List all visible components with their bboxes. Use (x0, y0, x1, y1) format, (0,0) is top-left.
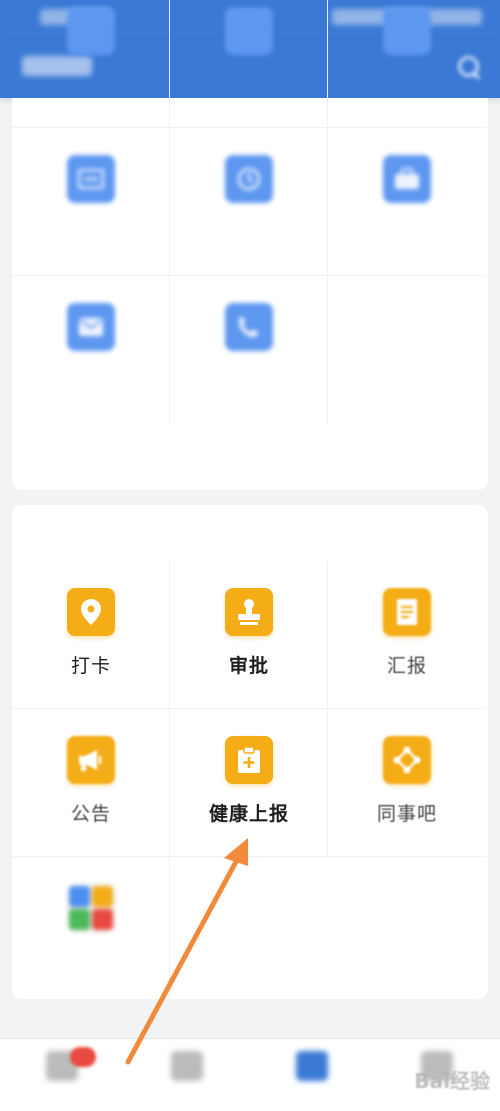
document-icon (383, 588, 431, 636)
health-report-label: 健康上报 (208, 803, 289, 825)
tab-messages[interactable] (0, 1039, 125, 1111)
watermark: Bai经验 (414, 1069, 490, 1093)
contacts-icon (171, 1051, 203, 1081)
tab-workbench[interactable] (250, 1039, 375, 1111)
more-apps-button[interactable] (12, 857, 170, 1005)
approval-label: 审批 (228, 655, 269, 677)
app-icon (383, 7, 431, 55)
megaphone-icon (67, 736, 115, 784)
colleague-bar-button[interactable]: 同事吧 (328, 709, 486, 857)
app-item[interactable] (170, 0, 328, 128)
mail-icon (67, 303, 115, 351)
stamp-icon (225, 588, 273, 636)
location-pin-icon (67, 588, 115, 636)
app-item[interactable] (12, 0, 170, 128)
clipboard-plus-icon (225, 736, 273, 784)
app-item[interactable] (12, 128, 170, 276)
app-item[interactable] (12, 276, 170, 424)
report-button[interactable]: 汇报 (328, 561, 486, 709)
network-icon (383, 736, 431, 784)
clock-icon (225, 155, 273, 203)
phone-icon (225, 303, 273, 351)
app-icon (67, 155, 115, 203)
colleague-bar-label: 同事吧 (376, 803, 437, 825)
briefcase-icon (383, 155, 431, 203)
apps-card (12, 0, 488, 490)
workbench-icon (296, 1051, 328, 1081)
empty-cell (170, 857, 328, 1005)
health-report-button[interactable]: 健康上报 (170, 709, 328, 857)
app-item[interactable] (170, 128, 328, 276)
app-item[interactable] (328, 0, 486, 128)
clock-in-button[interactable]: 打卡 (12, 561, 170, 709)
announcement-label: 公告 (70, 803, 111, 825)
empty-cell (328, 857, 486, 1005)
app-icon (225, 7, 273, 55)
clock-in-label: 打卡 (70, 655, 111, 677)
app-item[interactable] (328, 128, 486, 276)
colorful-grid-icon (67, 884, 115, 932)
app-icon (67, 7, 115, 55)
approval-button[interactable]: 审批 (170, 561, 328, 709)
tab-contacts[interactable] (125, 1039, 250, 1111)
announcement-button[interactable]: 公告 (12, 709, 170, 857)
office-management-card: 打卡 审批 汇报 公告 健康上报 同事吧 (12, 505, 488, 1005)
report-label: 汇报 (386, 655, 427, 677)
empty-cell (328, 276, 486, 424)
unread-badge (70, 1047, 96, 1067)
app-item[interactable] (170, 276, 328, 424)
